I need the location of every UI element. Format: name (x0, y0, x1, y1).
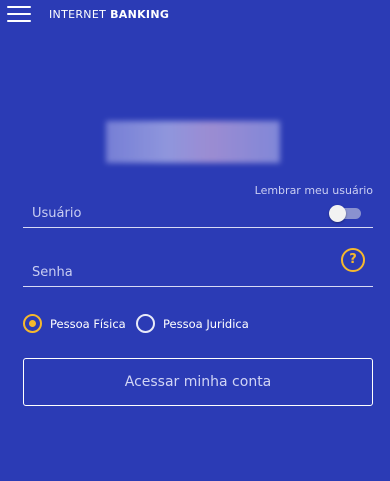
radio-checked-icon (23, 314, 42, 333)
password-label: Senha (32, 265, 73, 280)
menu-bar-middle (7, 13, 31, 15)
username-field[interactable]: Usuário (23, 196, 373, 228)
radio-label-juridica: Pessoa Juridica (163, 317, 249, 331)
radio-label-fisica: Pessoa Física (50, 317, 126, 331)
question-mark-icon[interactable]: ? (341, 248, 365, 272)
username-label: Usuário (32, 206, 82, 221)
remember-user-toggle[interactable] (329, 205, 363, 222)
toggle-knob (329, 205, 346, 222)
app-title-bold: BANKING (110, 8, 170, 21)
bank-logo-blurred (106, 121, 280, 163)
app-title: INTERNET BANKING (49, 8, 169, 21)
menu-bar-top (7, 6, 31, 8)
hamburger-menu-icon[interactable] (7, 6, 31, 22)
radio-unchecked-icon (136, 314, 155, 333)
menu-bar-bottom (7, 20, 31, 22)
app-title-light: INTERNET (49, 8, 107, 21)
login-screen: INTERNET BANKING Lembrar meu usuário Usuá… (0, 0, 390, 481)
password-field[interactable]: Senha (23, 255, 373, 287)
submit-login-button[interactable]: Acessar minha conta (23, 358, 373, 406)
